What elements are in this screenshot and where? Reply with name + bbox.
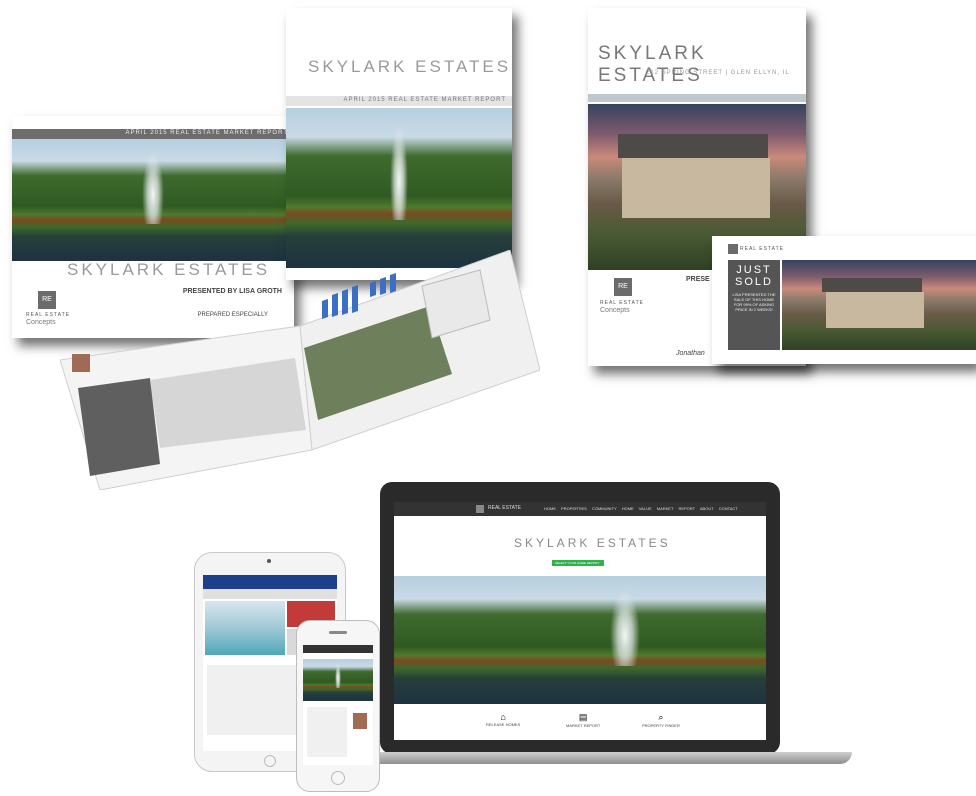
site-hero-image: [394, 576, 766, 704]
site-logo-text: REAL ESTATE: [488, 505, 521, 511]
house-roof: [822, 278, 922, 292]
nav-community[interactable]: COMMUNITY: [592, 506, 617, 511]
phone-avatar: [353, 713, 367, 729]
house-roof: [618, 134, 768, 158]
fountain-image: [141, 151, 165, 225]
spread-chart-bar: [390, 273, 396, 293]
nav-home-value[interactable]: HOME VALUE: [622, 506, 652, 511]
brand-line1: REAL ESTATE: [600, 300, 644, 306]
brochure-center-title: SKYLARK ESTATES: [308, 57, 512, 76]
home-icon: ⌂: [500, 712, 506, 722]
just-sold-panel: JUST SOLD LISA PRESENTED THE SALE OF THI…: [728, 260, 780, 350]
just-sold-stats: LISA PRESENTED THE SALE OF THIS HOME FOR…: [732, 292, 776, 312]
nav-contact[interactable]: CONTACT: [719, 506, 738, 511]
nav-about[interactable]: ABOUT: [700, 506, 714, 511]
spread-chart-bar: [332, 293, 338, 317]
feature-market-report[interactable]: ▤ MARKET REPORT: [566, 712, 600, 728]
laptop: REAL ESTATE HOME PROPERTIES COMMUNITY HO…: [380, 482, 780, 754]
brochure-right-title: SKYLARK ESTATES: [598, 43, 707, 86]
brochure-right-prepared: Jonathan: [676, 350, 705, 357]
spread-chart-bar: [352, 285, 358, 313]
brochure-right-address: 212 SPRING STREET | GLEN ELLYN, IL: [646, 70, 790, 76]
just-sold-card: REAL ESTATE JUST SOLD LISA PRESENTED THE…: [712, 236, 976, 364]
brochure-right-divider: [588, 94, 806, 102]
phone-speaker: [329, 631, 347, 634]
brand-line2: Concepts: [26, 319, 56, 326]
brand-line2: Concepts: [600, 307, 630, 314]
brochure-spread: [59, 249, 541, 491]
just-sold-photo: [782, 260, 976, 350]
tablet-home-button[interactable]: [264, 755, 276, 767]
feature-release[interactable]: ⌂ RELEASE HOMES: [486, 712, 520, 727]
site-logo: [476, 505, 484, 513]
phone-hero-image: [303, 659, 373, 701]
nav-market-report[interactable]: MARKET REPORT: [657, 506, 695, 511]
brochure-center-banner: APRIL 2015 REAL ESTATE MARKET REPORT: [286, 96, 512, 106]
fountain-image: [389, 124, 409, 220]
just-sold-label-1: JUST: [736, 264, 772, 276]
tablet-subheader: [203, 589, 337, 599]
tablet-text-block: [207, 665, 297, 735]
house-facade: [826, 292, 924, 328]
laptop-base: [300, 752, 852, 764]
house-facade: [622, 158, 770, 218]
brand-logo: RE: [38, 291, 56, 309]
brochure-center-photo: [286, 108, 512, 268]
spread-graphic: [59, 249, 541, 491]
fountain-image: [335, 663, 341, 689]
nav-home[interactable]: HOME: [544, 506, 556, 511]
brochure-right-presented: PRESE: [686, 276, 710, 283]
just-sold-label-2: SOLD: [735, 276, 773, 288]
feature-property-finder[interactable]: ⌕ PROPERTY FINDER: [642, 712, 680, 728]
spread-chart-bar: [342, 289, 348, 315]
phone: [296, 620, 380, 792]
site-hero-title: SKYLARK ESTATES: [514, 536, 671, 550]
brand-line1: REAL ESTATE: [740, 246, 784, 252]
fountain-image: [609, 588, 640, 666]
laptop-screen: REAL ESTATE HOME PROPERTIES COMMUNITY HO…: [394, 502, 766, 740]
spread-chart-bar: [380, 277, 386, 295]
brochure-left-banner: APRIL 2015 REAL ESTATE MARKET REPORT: [12, 129, 294, 139]
brochure-center: SKYLARK ESTATES APRIL 2015 REAL ESTATE M…: [286, 8, 512, 280]
tablet-header: [203, 575, 337, 589]
spread-chart-bar: [370, 281, 376, 297]
site-header: REAL ESTATE HOME PROPERTIES COMMUNITY HO…: [394, 502, 766, 516]
site-cta-button[interactable]: SELECT YOUR HOME REPORT: [552, 560, 604, 566]
tablet-camera: [267, 559, 271, 563]
phone-home-button[interactable]: [331, 771, 345, 785]
spread-chart-bar: [322, 299, 328, 319]
document-icon: ▤: [578, 712, 588, 722]
phone-screen: [303, 645, 373, 765]
tablet-photo: [205, 601, 285, 655]
brochure-left-photo: [12, 139, 294, 261]
phone-text-block: [307, 707, 347, 757]
nav-properties[interactable]: PROPERTIES: [561, 506, 587, 511]
phone-header: [303, 645, 373, 653]
brand-logo: RE: [614, 278, 632, 296]
search-icon: ⌕: [658, 712, 664, 722]
site-nav[interactable]: HOME PROPERTIES COMMUNITY HOME VALUE MAR…: [544, 506, 738, 511]
brand-logo: [728, 244, 738, 254]
